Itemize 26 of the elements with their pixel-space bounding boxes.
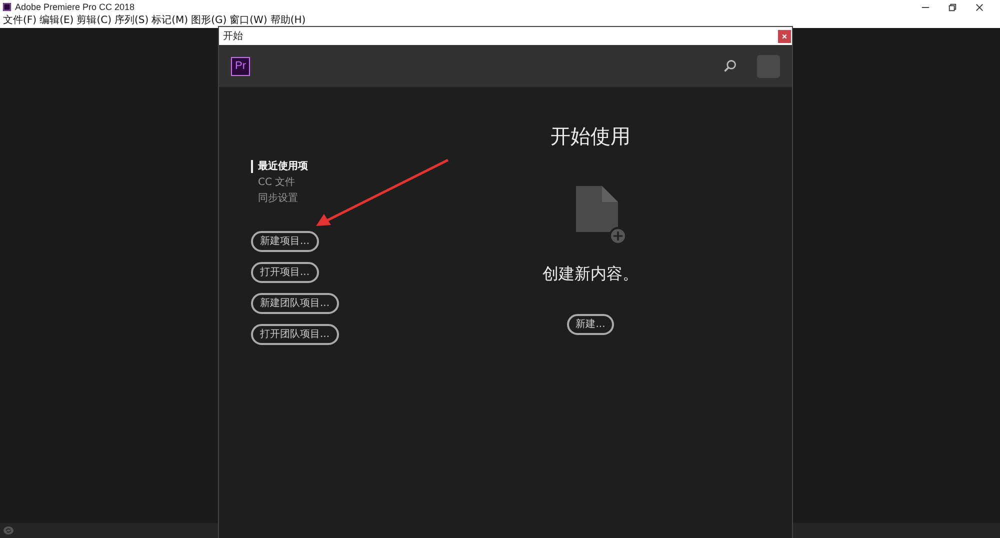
- project-button[interactable]: 打开项目...: [251, 262, 319, 283]
- nav-item[interactable]: 最近使用项: [251, 160, 429, 173]
- menu-item[interactable]: 序列(S): [114, 15, 149, 27]
- restore-icon[interactable]: [948, 2, 957, 12]
- menu-item[interactable]: 文件(F): [3, 15, 37, 27]
- close-icon[interactable]: [975, 2, 984, 12]
- menu-item[interactable]: 剪辑(C): [76, 15, 112, 27]
- app-logo: Pr: [231, 56, 250, 76]
- app-title: Adobe Premiere Pro CC 2018: [15, 2, 135, 12]
- menu-item[interactable]: 帮助(H): [270, 15, 306, 27]
- app-icon: [3, 3, 11, 11]
- new-button[interactable]: 新建...: [566, 314, 614, 335]
- menu-item[interactable]: 标记(M): [152, 15, 188, 27]
- project-button[interactable]: 新建项目...: [251, 231, 319, 252]
- page-heading: 开始使用: [550, 123, 630, 150]
- menu-item[interactable]: 编辑(E): [40, 15, 74, 27]
- nav-item[interactable]: 同步设置: [251, 192, 429, 205]
- menu-item[interactable]: 窗口(W): [230, 15, 268, 27]
- dialog-title: 开始: [223, 30, 243, 43]
- menu-item[interactable]: 图形(G): [191, 15, 227, 27]
- empty-message: 创建新内容。: [542, 264, 638, 285]
- project-button[interactable]: 打开团队项目...: [251, 324, 339, 345]
- nav-item[interactable]: CC 文件: [251, 176, 429, 189]
- new-file-icon: [576, 186, 626, 244]
- project-button[interactable]: 新建团队项目...: [251, 293, 339, 314]
- search-icon[interactable]: [723, 59, 737, 73]
